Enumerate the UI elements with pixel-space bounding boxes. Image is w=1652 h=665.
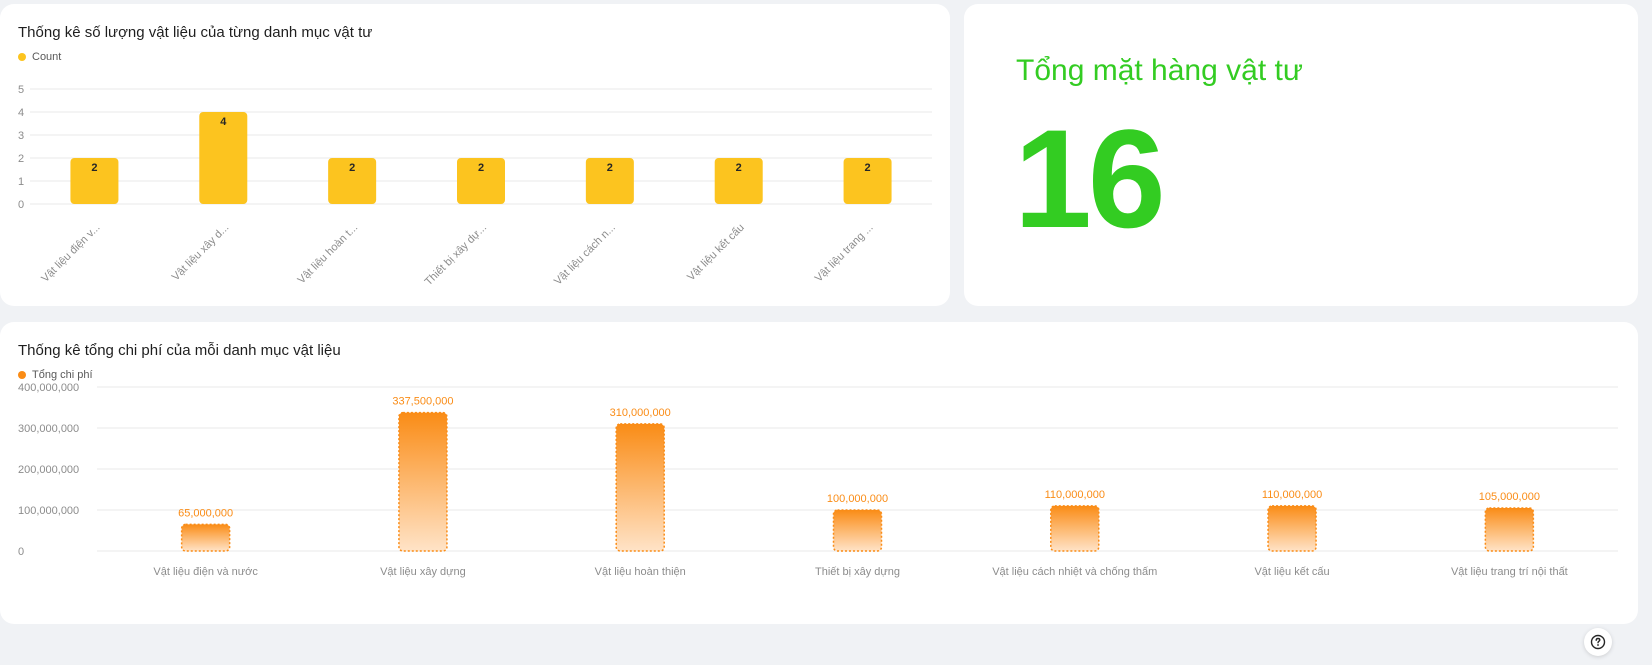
help-button[interactable] [1584, 628, 1612, 656]
total-items-label: Tổng mặt hàng vật tư [1016, 54, 1303, 87]
bar-value-label: 310,000,000 [610, 407, 671, 419]
bar-value-label: 2 [865, 162, 871, 174]
y-tick-label: 2 [18, 153, 24, 165]
y-tick-label: 1 [18, 176, 24, 188]
bar-value-label: 100,000,000 [827, 493, 888, 505]
x-category-label: Vật liệu điện v... [39, 222, 102, 285]
total-items-value: 16 [1014, 100, 1166, 257]
x-category-label: Vật liệu điện và nước [153, 566, 258, 578]
bar [1050, 505, 1100, 552]
count-bar-chart: 0 1 2 3 4 5 2 Vật liệu điện v... 4 Vật liệu xây d… [18, 84, 932, 288]
x-category-label: Vật liệu kết cấu [685, 222, 747, 284]
y-tick-label: 0 [18, 546, 24, 558]
bar-value-label: 337,500,000 [392, 396, 453, 408]
bar-value-label: 65,000,000 [178, 507, 233, 519]
y-tick-label: 100,000,000 [18, 505, 79, 517]
y-tick-label: 4 [18, 107, 24, 119]
bar-value-label: 110,000,000 [1262, 489, 1322, 501]
y-tick-label: 5 [18, 84, 24, 96]
count-chart-card: Thống kê số lượng vật liệu của từng danh… [0, 4, 950, 306]
bar-value-label: 2 [349, 162, 355, 174]
bar [1267, 505, 1317, 552]
x-category-label: Vật liệu hoàn thiện [595, 566, 686, 578]
bar-value-label: 2 [736, 162, 742, 174]
x-category-label: Vật liệu xây dựng [380, 566, 466, 578]
x-category-label: Vật liệu cách n... [552, 222, 618, 288]
cost-chart-card: Thống kê tổng chi phí của mỗi danh mục v… [0, 322, 1638, 624]
bar-value-label: 4 [220, 116, 227, 128]
y-tick-label: 3 [18, 130, 24, 142]
x-category-label: Vật liệu kết cấu [1254, 566, 1329, 578]
x-category-label: Vật liệu xây d... [170, 222, 232, 284]
bar [615, 423, 665, 552]
x-category-label: Thiết bị xây dựng [815, 566, 900, 578]
bar [832, 509, 883, 552]
x-category-label: Vật liệu cách nhiệt và chống thấm [992, 566, 1157, 578]
cost-bar-chart: 0 100,000,000 200,000,000 300,000,000 400,00… [18, 382, 1618, 578]
bar [1484, 507, 1535, 552]
bar-value-label: 2 [478, 162, 484, 174]
y-tick-label: 0 [18, 199, 24, 211]
y-tick-label: 400,000,000 [18, 382, 79, 394]
bar-value-label: 2 [607, 162, 613, 174]
total-items-card: Tổng mặt hàng vật tư 16 [964, 4, 1638, 306]
question-circle-icon [1590, 634, 1606, 650]
x-category-label: Vật liệu trang ... [813, 222, 876, 285]
bar [398, 411, 448, 552]
x-category-label: Thiết bị xây dự... [423, 222, 489, 288]
x-category-label: Vật liệu hoàn t... [296, 222, 361, 287]
x-category-label: Vật liệu trang trí nội thất [1451, 566, 1568, 578]
y-tick-label: 300,000,000 [18, 423, 79, 435]
y-tick-label: 200,000,000 [18, 464, 79, 476]
bar [180, 523, 231, 552]
bar-value-label: 110,000,000 [1045, 489, 1105, 501]
bar-value-label: 105,000,000 [1479, 491, 1540, 503]
bar-value-label: 2 [91, 162, 97, 174]
